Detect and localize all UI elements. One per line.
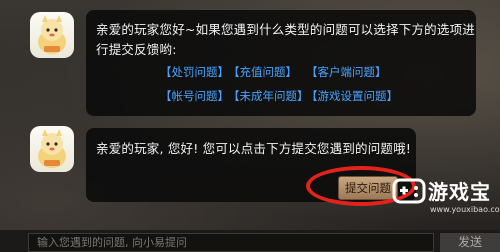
link-minor[interactable]: 【未成年问题】 <box>228 88 309 104</box>
question-input[interactable]: 输入您遇到的问题, 向小易提问 <box>28 233 434 252</box>
message-text-1a: 亲爱的玩家您好~如果您遇到什么类型的问题可以选择下方的选项进 <box>96 22 475 37</box>
link-game-settings[interactable]: 【游戏设置问题】 <box>306 88 398 104</box>
send-button[interactable]: 发送 <box>440 233 500 252</box>
assistant-avatar <box>30 12 74 58</box>
message-text-2: 亲爱的玩家, 您好! 您可以点击下方提交您遇到的问题哦! <box>96 141 412 156</box>
link-account[interactable]: 【帐号问题】 <box>160 88 229 104</box>
gamepad-logo-icon <box>392 178 426 204</box>
assistant-avatar <box>30 126 74 172</box>
link-recharge[interactable]: 【充值问题】 <box>228 64 297 80</box>
watermark-url: www.youxibao.com <box>430 205 500 214</box>
message-text-1b: 行提交反馈哟: <box>96 42 177 57</box>
link-client[interactable]: 【客户端问题】 <box>306 64 387 80</box>
watermark-logo: 游戏宝 www.youxibao.com <box>392 176 500 218</box>
link-penalty[interactable]: 【处罚问题】 <box>160 64 229 80</box>
watermark-name: 游戏宝 <box>428 180 491 204</box>
